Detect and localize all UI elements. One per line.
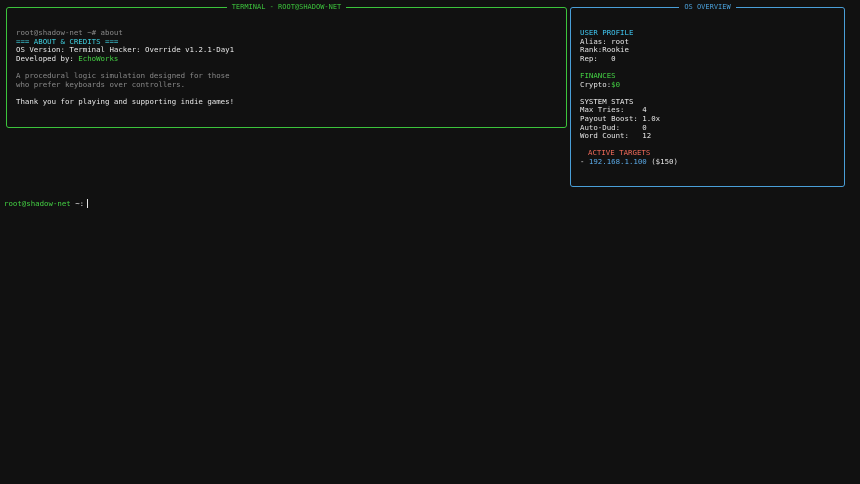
- description-line-2: who prefer keyboards over controllers.: [16, 79, 186, 89]
- text-cursor[interactable]: [87, 199, 89, 208]
- terminal-panel: TERMINAL - ROOT@SHADOW-NET root@shadow-n…: [6, 3, 567, 128]
- command-prompt[interactable]: root@shadow-net ~:: [4, 199, 89, 209]
- os-overview-panel: OS OVERVIEW USER PROFILE Alias: root Ran…: [570, 3, 845, 187]
- crypto-value: $0: [611, 79, 621, 89]
- rep-row: Rep: 0: [580, 53, 616, 63]
- os-overview-title: OS OVERVIEW: [571, 3, 844, 12]
- terminal-panel-title: TERMINAL - ROOT@SHADOW-NET: [7, 3, 566, 12]
- terminal-output: root@shadow-net ~# about === ABOUT & CRE…: [16, 28, 558, 106]
- developer-line: Developed by: EchoWorks: [16, 53, 558, 64]
- rep-value: 0: [611, 53, 616, 63]
- rank-row: Rank:Rookie: [580, 45, 629, 55]
- thanks-message: Thank you for playing and supporting ind…: [16, 96, 235, 106]
- prompt-host: root@shadow-net: [4, 199, 71, 208]
- crypto-row: Crypto:$0: [580, 79, 621, 89]
- target-ip[interactable]: 192.168.1.100: [589, 157, 647, 166]
- word-count-value: 12: [642, 131, 652, 141]
- word-count-row: Word Count: 12: [580, 131, 652, 141]
- developer-value: EchoWorks: [78, 53, 119, 63]
- prompt-symbol: ~:: [70, 199, 85, 208]
- target-item[interactable]: - 192.168.1.100 ($150): [580, 156, 836, 167]
- target-reward: ($150): [646, 156, 678, 166]
- os-overview-body: USER PROFILE Alias: root Rank:Rookie Rep…: [580, 28, 836, 167]
- developer-label: Developed by:: [16, 53, 79, 63]
